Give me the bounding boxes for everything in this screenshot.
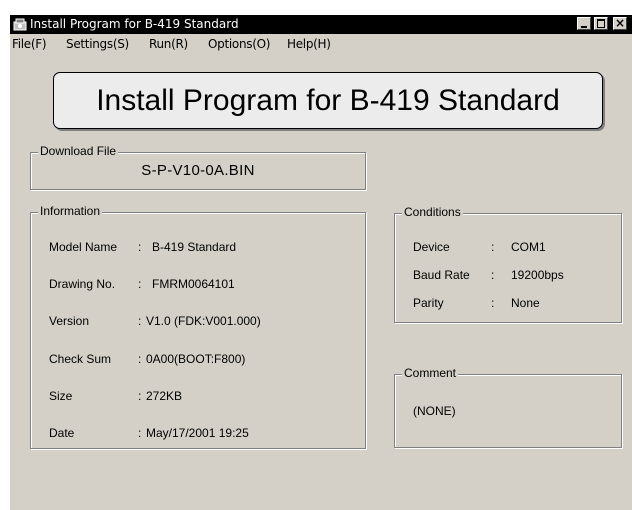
date-label: Date xyxy=(49,426,75,440)
parity-label: Parity xyxy=(413,296,444,310)
version-sep: : xyxy=(138,314,142,328)
check-sum-label: Check Sum xyxy=(49,352,112,366)
download-file-group: Download File S-P-V10-0A.BIN xyxy=(30,144,366,190)
maximize-button[interactable] xyxy=(594,17,608,30)
baud-rate-value: 19200bps xyxy=(511,268,564,282)
minimize-button[interactable] xyxy=(577,17,591,30)
comment-group: Comment (NONE) xyxy=(394,366,622,448)
app-window: Install Program for B-419 Standard × Fil… xyxy=(10,15,632,510)
menu-settings[interactable]: Settings(S) xyxy=(66,37,129,52)
drawing-no-sep: : xyxy=(138,277,142,291)
check-sum-sep: : xyxy=(138,352,142,366)
conditions-legend: Conditions xyxy=(402,205,463,220)
menu-bar: File(F) Settings(S) Run(R) Options(O) He… xyxy=(10,34,632,54)
check-sum-value: 0A00(BOOT:F800) xyxy=(146,352,246,366)
model-name-sep: : xyxy=(138,240,142,254)
title-bar[interactable]: Install Program for B-419 Standard × xyxy=(10,15,632,34)
close-icon: × xyxy=(614,16,626,30)
date-value: May/17/2001 19:25 xyxy=(146,426,249,440)
header-title: Install Program for B-419 Standard xyxy=(96,84,560,117)
device-value: COM1 xyxy=(511,240,546,254)
parity-value: None xyxy=(511,296,540,310)
device-label: Device xyxy=(413,240,450,254)
size-label: Size xyxy=(49,389,73,403)
size-value: 272KB xyxy=(146,389,183,403)
menu-options[interactable]: Options(O) xyxy=(208,37,270,52)
download-file-value: S-P-V10-0A.BIN xyxy=(141,162,255,179)
menu-file[interactable]: File(F) xyxy=(12,37,47,52)
date-sep: : xyxy=(138,426,142,440)
baud-rate-sep: : xyxy=(491,268,495,282)
device-sep: : xyxy=(491,240,495,254)
drawing-no-value: FMRM0064101 xyxy=(152,277,235,291)
model-name-label: Model Name xyxy=(49,240,118,254)
comment-legend: Comment xyxy=(402,366,459,381)
version-value: V1.0 (FDK:V001.000) xyxy=(146,314,261,328)
parity-sep: : xyxy=(491,296,495,310)
size-sep: : xyxy=(138,389,142,403)
comment-text: (NONE) xyxy=(413,404,456,418)
app-icon xyxy=(13,18,27,31)
menu-run[interactable]: Run(R) xyxy=(149,37,188,52)
menu-help[interactable]: Help(H) xyxy=(287,37,331,52)
baud-rate-label: Baud Rate xyxy=(413,268,470,282)
download-file-legend: Download File xyxy=(38,144,119,159)
information-legend: Information xyxy=(38,204,103,219)
conditions-group: Conditions Device : COM1 Baud Rate : 192… xyxy=(394,205,622,323)
drawing-no-label: Drawing No. xyxy=(49,277,116,291)
header-panel: Install Program for B-419 Standard xyxy=(53,72,603,129)
version-label: Version xyxy=(49,314,90,328)
window-title: Install Program for B-419 Standard xyxy=(30,17,239,31)
information-group: Information Model Name : B-419 Standard … xyxy=(30,204,366,449)
model-name-value: B-419 Standard xyxy=(152,240,237,254)
close-button[interactable]: × xyxy=(613,16,627,30)
